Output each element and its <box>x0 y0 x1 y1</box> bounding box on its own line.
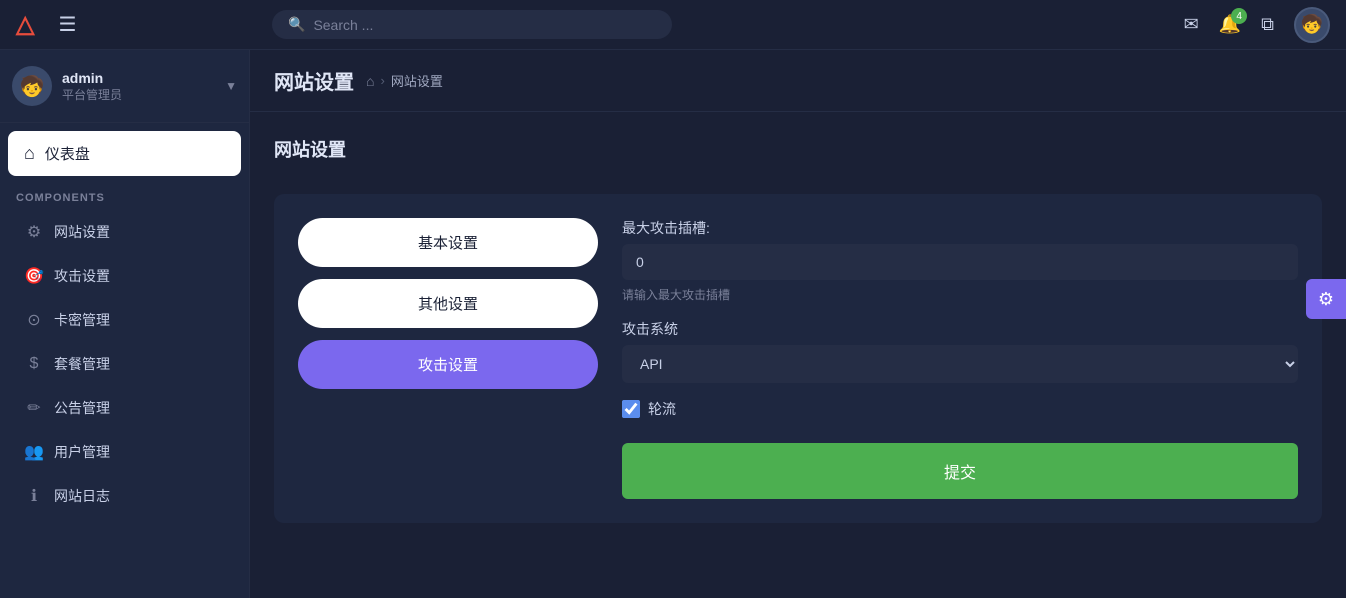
logo-icon: △ <box>16 10 34 39</box>
attack-system-select[interactable]: API 本地 混合 <box>622 345 1298 383</box>
search-area: 🔍 <box>272 10 672 39</box>
user-info: admin 平台管理员 <box>62 70 215 103</box>
layers-button[interactable]: ⧉ <box>1261 14 1274 35</box>
sidebar-item-label: 公告管理 <box>54 398 110 418</box>
user-role: 平台管理员 <box>62 86 215 103</box>
layers-icon: ⧉ <box>1261 14 1274 34</box>
home-icon: ⌂ <box>24 143 35 164</box>
max-slots-label: 最大攻击插槽: <box>622 218 1298 238</box>
sidebar-item-package-management[interactable]: $ 套餐管理 <box>8 344 241 384</box>
floating-settings-icon: ⚙ <box>1318 289 1334 310</box>
hamburger-button[interactable]: ☰ <box>58 12 76 37</box>
tab-other-settings[interactable]: 其他设置 <box>298 279 598 328</box>
top-navbar: △ ☰ 🔍 ✉ 🔔 4 ⧉ 🧒 <box>0 0 1346 50</box>
sidebar-item-website-settings[interactable]: ⚙ 网站设置 <box>8 212 241 252</box>
max-slots-hint: 请输入最大攻击插槽 <box>622 286 1298 303</box>
page-header: 网站设置 ⌂ › 网站设置 <box>250 50 1346 112</box>
sidebar-item-user-management[interactable]: 👥 用户管理 <box>8 432 241 472</box>
tab-basic-settings[interactable]: 基本设置 <box>298 218 598 267</box>
attack-settings-form: 最大攻击插槽: 请输入最大攻击插槽 攻击系统 API 本地 混合 <box>622 218 1298 499</box>
sidebar-item-site-log[interactable]: ℹ 网站日志 <box>8 476 241 516</box>
settings-icon: ⚙ <box>24 222 44 242</box>
breadcrumb-separator: › <box>380 73 384 88</box>
sidebar-item-dashboard[interactable]: ⌂ 仪表盘 <box>8 131 241 176</box>
card-icon: ⊙ <box>24 310 44 330</box>
users-icon: 👥 <box>24 442 44 462</box>
dashboard-label: 仪表盘 <box>45 143 90 164</box>
logo-area: △ ☰ <box>16 10 256 39</box>
round-robin-checkbox[interactable] <box>622 400 640 418</box>
log-icon: ℹ <box>24 486 44 506</box>
attack-system-group: 攻击系统 API 本地 混合 <box>622 319 1298 383</box>
profile-dropdown-arrow[interactable]: ▼ <box>225 79 237 93</box>
sidebar-item-label: 攻击设置 <box>54 266 110 286</box>
max-slots-group: 最大攻击插槽: 请输入最大攻击插槽 <box>622 218 1298 303</box>
tab-attack-settings[interactable]: 攻击设置 <box>298 340 598 389</box>
breadcrumb-home[interactable]: ⌂ <box>366 73 374 89</box>
page-title: 网站设置 <box>274 66 354 95</box>
page-body: 网站设置 基本设置 其他设置 攻击设置 最大攻击插槽: 请输入最大攻击插槽 <box>250 112 1346 598</box>
submit-button[interactable]: 提交 <box>622 443 1298 499</box>
search-input[interactable] <box>313 17 656 33</box>
mail-button[interactable]: ✉ <box>1184 14 1199 35</box>
notification-badge: 4 <box>1231 8 1247 24</box>
search-icon: 🔍 <box>288 16 305 33</box>
package-icon: $ <box>24 355 44 373</box>
round-robin-label: 轮流 <box>648 399 676 419</box>
sidebar-item-announcement[interactable]: ✏ 公告管理 <box>8 388 241 428</box>
breadcrumb: ⌂ › 网站设置 <box>366 71 443 90</box>
nav-right: ✉ 🔔 4 ⧉ 🧒 <box>1184 7 1330 43</box>
sidebar-item-label: 卡密管理 <box>54 310 110 330</box>
search-box: 🔍 <box>272 10 672 39</box>
sidebar: 🧒 admin 平台管理员 ▼ ⌂ 仪表盘 COMPONENTS ⚙ 网站设置 … <box>0 50 250 598</box>
settings-card: 基本设置 其他设置 攻击设置 最大攻击插槽: 请输入最大攻击插槽 攻击系统 AP… <box>274 194 1322 523</box>
sidebar-item-attack-settings[interactable]: 🎯 攻击设置 <box>8 256 241 296</box>
attack-icon: 🎯 <box>24 266 44 286</box>
tab-buttons-panel: 基本设置 其他设置 攻击设置 <box>298 218 598 499</box>
user-avatar: 🧒 <box>12 66 52 106</box>
floating-settings-button[interactable]: ⚙ <box>1306 279 1346 319</box>
sidebar-item-label: 用户管理 <box>54 442 110 462</box>
section-title: 网站设置 <box>274 136 1322 162</box>
bell-button[interactable]: 🔔 4 <box>1219 14 1241 35</box>
sidebar-item-card-management[interactable]: ⊙ 卡密管理 <box>8 300 241 340</box>
attack-system-label: 攻击系统 <box>622 319 1298 339</box>
user-profile: 🧒 admin 平台管理员 ▼ <box>0 50 249 123</box>
user-avatar-button[interactable]: 🧒 <box>1294 7 1330 43</box>
content-area: 网站设置 ⌂ › 网站设置 网站设置 基本设置 其他设置 攻击设置 最大攻 <box>250 50 1346 598</box>
breadcrumb-current: 网站设置 <box>391 71 443 90</box>
announcement-icon: ✏ <box>24 398 44 418</box>
max-slots-input[interactable] <box>622 244 1298 280</box>
user-name: admin <box>62 70 215 86</box>
sidebar-item-label: 套餐管理 <box>54 354 110 374</box>
round-robin-group: 轮流 <box>622 399 1298 419</box>
avatar-emoji: 🧒 <box>1301 14 1323 35</box>
components-section-label: COMPONENTS <box>0 176 249 210</box>
sidebar-item-label: 网站设置 <box>54 222 110 242</box>
main-layout: 🧒 admin 平台管理员 ▼ ⌂ 仪表盘 COMPONENTS ⚙ 网站设置 … <box>0 50 1346 598</box>
sidebar-item-label: 网站日志 <box>54 486 110 506</box>
mail-icon: ✉ <box>1184 14 1199 34</box>
